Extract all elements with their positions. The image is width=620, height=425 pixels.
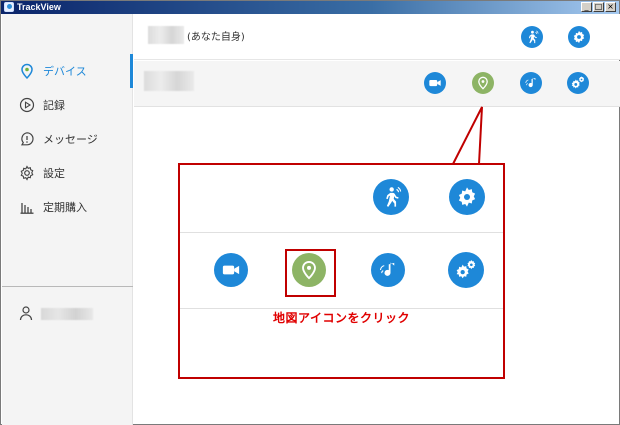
device-row-other[interactable]: [134, 61, 620, 107]
gear-icon[interactable]: [568, 26, 590, 48]
location-pin-icon: [19, 63, 35, 79]
window-controls: _ □ ×: [581, 2, 616, 12]
zoom-row-self: [180, 165, 503, 233]
close-button[interactable]: ×: [605, 2, 616, 12]
message-alert-icon: [19, 131, 35, 147]
sidebar-item-devices[interactable]: デバイス: [2, 54, 133, 88]
callout-instruction: 地図アイコンをクリック: [273, 311, 410, 325]
sidebar-item-subscription[interactable]: 定期購入: [2, 190, 133, 224]
sidebar-divider: [2, 286, 133, 287]
window-title: TrackView: [17, 2, 61, 12]
user-icon: [18, 305, 34, 325]
map-icon-highlight: [285, 249, 336, 297]
app-window: TrackView _ □ × デバイス 記録 メッセージ 設定 定期購入 (あ…: [0, 0, 620, 425]
user-account[interactable]: [2, 300, 133, 328]
gear-icon: [19, 165, 35, 181]
bar-chart-icon: [19, 199, 35, 215]
zoom-callout: 地図アイコンをクリック: [178, 163, 505, 379]
music-note-icon[interactable]: [520, 72, 542, 94]
gear-icon: [449, 179, 485, 215]
video-camera-icon: [214, 253, 248, 287]
sidebar-item-records[interactable]: 記録: [2, 88, 133, 122]
device-self-label: (あなた自身): [187, 32, 245, 43]
play-circle-icon: [19, 97, 35, 113]
sidebar-item-label: デバイス: [43, 65, 87, 78]
active-indicator: [130, 54, 133, 88]
sidebar-item-label: 記録: [43, 99, 65, 112]
music-note-icon: [371, 253, 405, 287]
sidebar-item-label: 設定: [43, 167, 65, 180]
title-bar[interactable]: TrackView _ □ ×: [1, 1, 619, 14]
sidebar: デバイス 記録 メッセージ 設定 定期購入: [2, 14, 133, 425]
device-name-redacted: [144, 71, 194, 91]
maximize-button[interactable]: □: [593, 2, 604, 12]
gears-icon[interactable]: [567, 72, 589, 94]
walking-person-icon: [373, 179, 409, 215]
device-name-redacted: [148, 26, 184, 44]
user-name-redacted: [41, 308, 93, 320]
sidebar-item-label: メッセージ: [43, 133, 98, 146]
walking-person-icon[interactable]: [521, 26, 543, 48]
map-pin-icon[interactable]: [472, 72, 494, 94]
gears-icon: [448, 252, 484, 288]
sidebar-item-messages[interactable]: メッセージ: [2, 122, 133, 156]
sidebar-item-label: 定期購入: [43, 201, 87, 214]
minimize-button[interactable]: _: [581, 2, 592, 12]
app-logo-icon: [4, 2, 14, 12]
zoom-row-other: [180, 234, 503, 309]
sidebar-item-settings[interactable]: 設定: [2, 156, 133, 190]
device-row-self[interactable]: (あなた自身): [134, 14, 620, 60]
video-camera-icon[interactable]: [424, 72, 446, 94]
